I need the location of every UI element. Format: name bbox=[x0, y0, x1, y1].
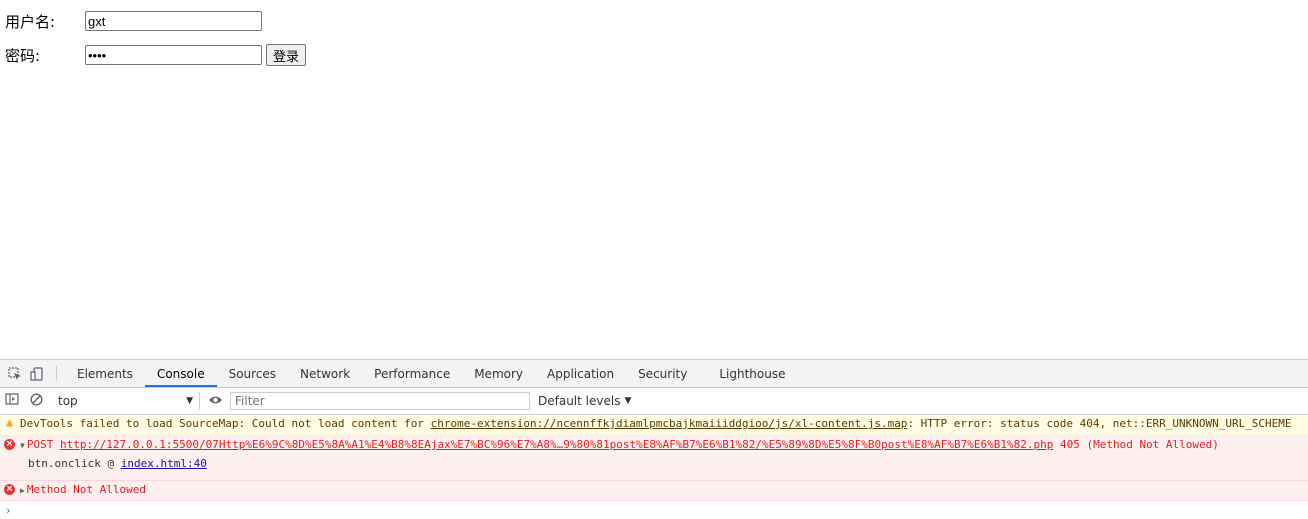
password-label: 密码: bbox=[5, 46, 41, 65]
warning-text-suffix: : HTTP error: status code 404, net::ERR_… bbox=[907, 417, 1292, 430]
error-icon: × bbox=[4, 439, 15, 450]
stack-trace-line: btn.onclick @ index.html:40 bbox=[20, 455, 1308, 473]
tab-application[interactable]: Application bbox=[535, 360, 626, 387]
console-prompt[interactable]: › bbox=[0, 501, 1308, 519]
clear-console-icon[interactable] bbox=[24, 392, 48, 410]
devtools-tabbar: Elements Console Sources Network Performance… bbox=[0, 360, 1308, 388]
device-toggle-icon[interactable] bbox=[26, 360, 48, 387]
warning-text-prefix: DevTools failed to load SourceMap: Could… bbox=[20, 417, 431, 430]
error-icon: × bbox=[4, 484, 15, 495]
context-selector[interactable]: top ▼ bbox=[52, 392, 200, 410]
password-input[interactable] bbox=[85, 45, 262, 65]
password-row: 密码: 登录 bbox=[5, 43, 307, 67]
devtools-panel: Elements Console Sources Network Performance… bbox=[0, 359, 1308, 519]
warning-icon: ▲ bbox=[5, 415, 14, 429]
console-toolbar: top ▼ Default levels ▼ bbox=[0, 388, 1308, 415]
inspect-icon[interactable] bbox=[4, 360, 26, 387]
tab-memory[interactable]: Memory bbox=[462, 360, 535, 387]
stack-source-link[interactable]: index.html:40 bbox=[121, 457, 207, 470]
tab-sources[interactable]: Sources bbox=[217, 360, 288, 387]
context-value: top bbox=[58, 394, 78, 408]
warning-url-link[interactable]: chrome-extension://ncennffkjdiamlpmcbajk… bbox=[431, 417, 908, 430]
tab-console[interactable]: Console bbox=[144, 360, 217, 387]
stack-function: btn.onclick @ bbox=[28, 457, 121, 470]
tabbar-divider bbox=[56, 366, 57, 381]
chevron-down-icon: ▼ bbox=[186, 396, 193, 406]
error-url-link[interactable]: http://127.0.0.1:5500/07Http%E6%9C%8D%E5… bbox=[60, 438, 1053, 451]
log-levels-dropdown[interactable]: Default levels ▼ bbox=[538, 394, 631, 408]
error-method: POST bbox=[26, 438, 54, 451]
tab-network[interactable]: Network bbox=[288, 360, 362, 387]
expand-triangle-icon[interactable]: ▶ bbox=[20, 486, 25, 495]
tab-security[interactable]: Security bbox=[626, 360, 699, 387]
devtools-tabs: Elements Console Sources Network Performance… bbox=[65, 360, 798, 387]
tab-lighthouse[interactable]: Lighthouse bbox=[707, 360, 797, 387]
chevron-down-icon: ▼ bbox=[624, 396, 632, 406]
username-label: 用户名: bbox=[5, 12, 56, 31]
console-warning-message: ▲ DevTools failed to load SourceMap: Cou… bbox=[0, 415, 1308, 436]
login-button[interactable]: 登录 bbox=[266, 44, 307, 66]
username-input[interactable] bbox=[85, 11, 262, 31]
console-error-message: × ▼ POST http://127.0.0.1:5500/07Http%E6%… bbox=[0, 436, 1308, 481]
sidebar-toggle-icon[interactable] bbox=[0, 393, 24, 409]
console-filter-input[interactable] bbox=[230, 392, 530, 410]
tab-performance[interactable]: Performance bbox=[362, 360, 462, 387]
expand-triangle-icon[interactable]: ▼ bbox=[20, 441, 25, 450]
error-text: Method Not Allowed bbox=[26, 483, 147, 496]
console-error-message-2: × ▶ Method Not Allowed bbox=[0, 481, 1308, 501]
log-levels-label: Default levels bbox=[538, 394, 621, 408]
live-expression-icon[interactable] bbox=[200, 393, 230, 409]
page-content: 用户名: 密码: 登录 bbox=[0, 0, 1308, 359]
tab-elements[interactable]: Elements bbox=[65, 360, 145, 387]
error-status: 405 (Method Not Allowed) bbox=[1059, 438, 1219, 451]
username-row: 用户名: bbox=[5, 9, 262, 33]
